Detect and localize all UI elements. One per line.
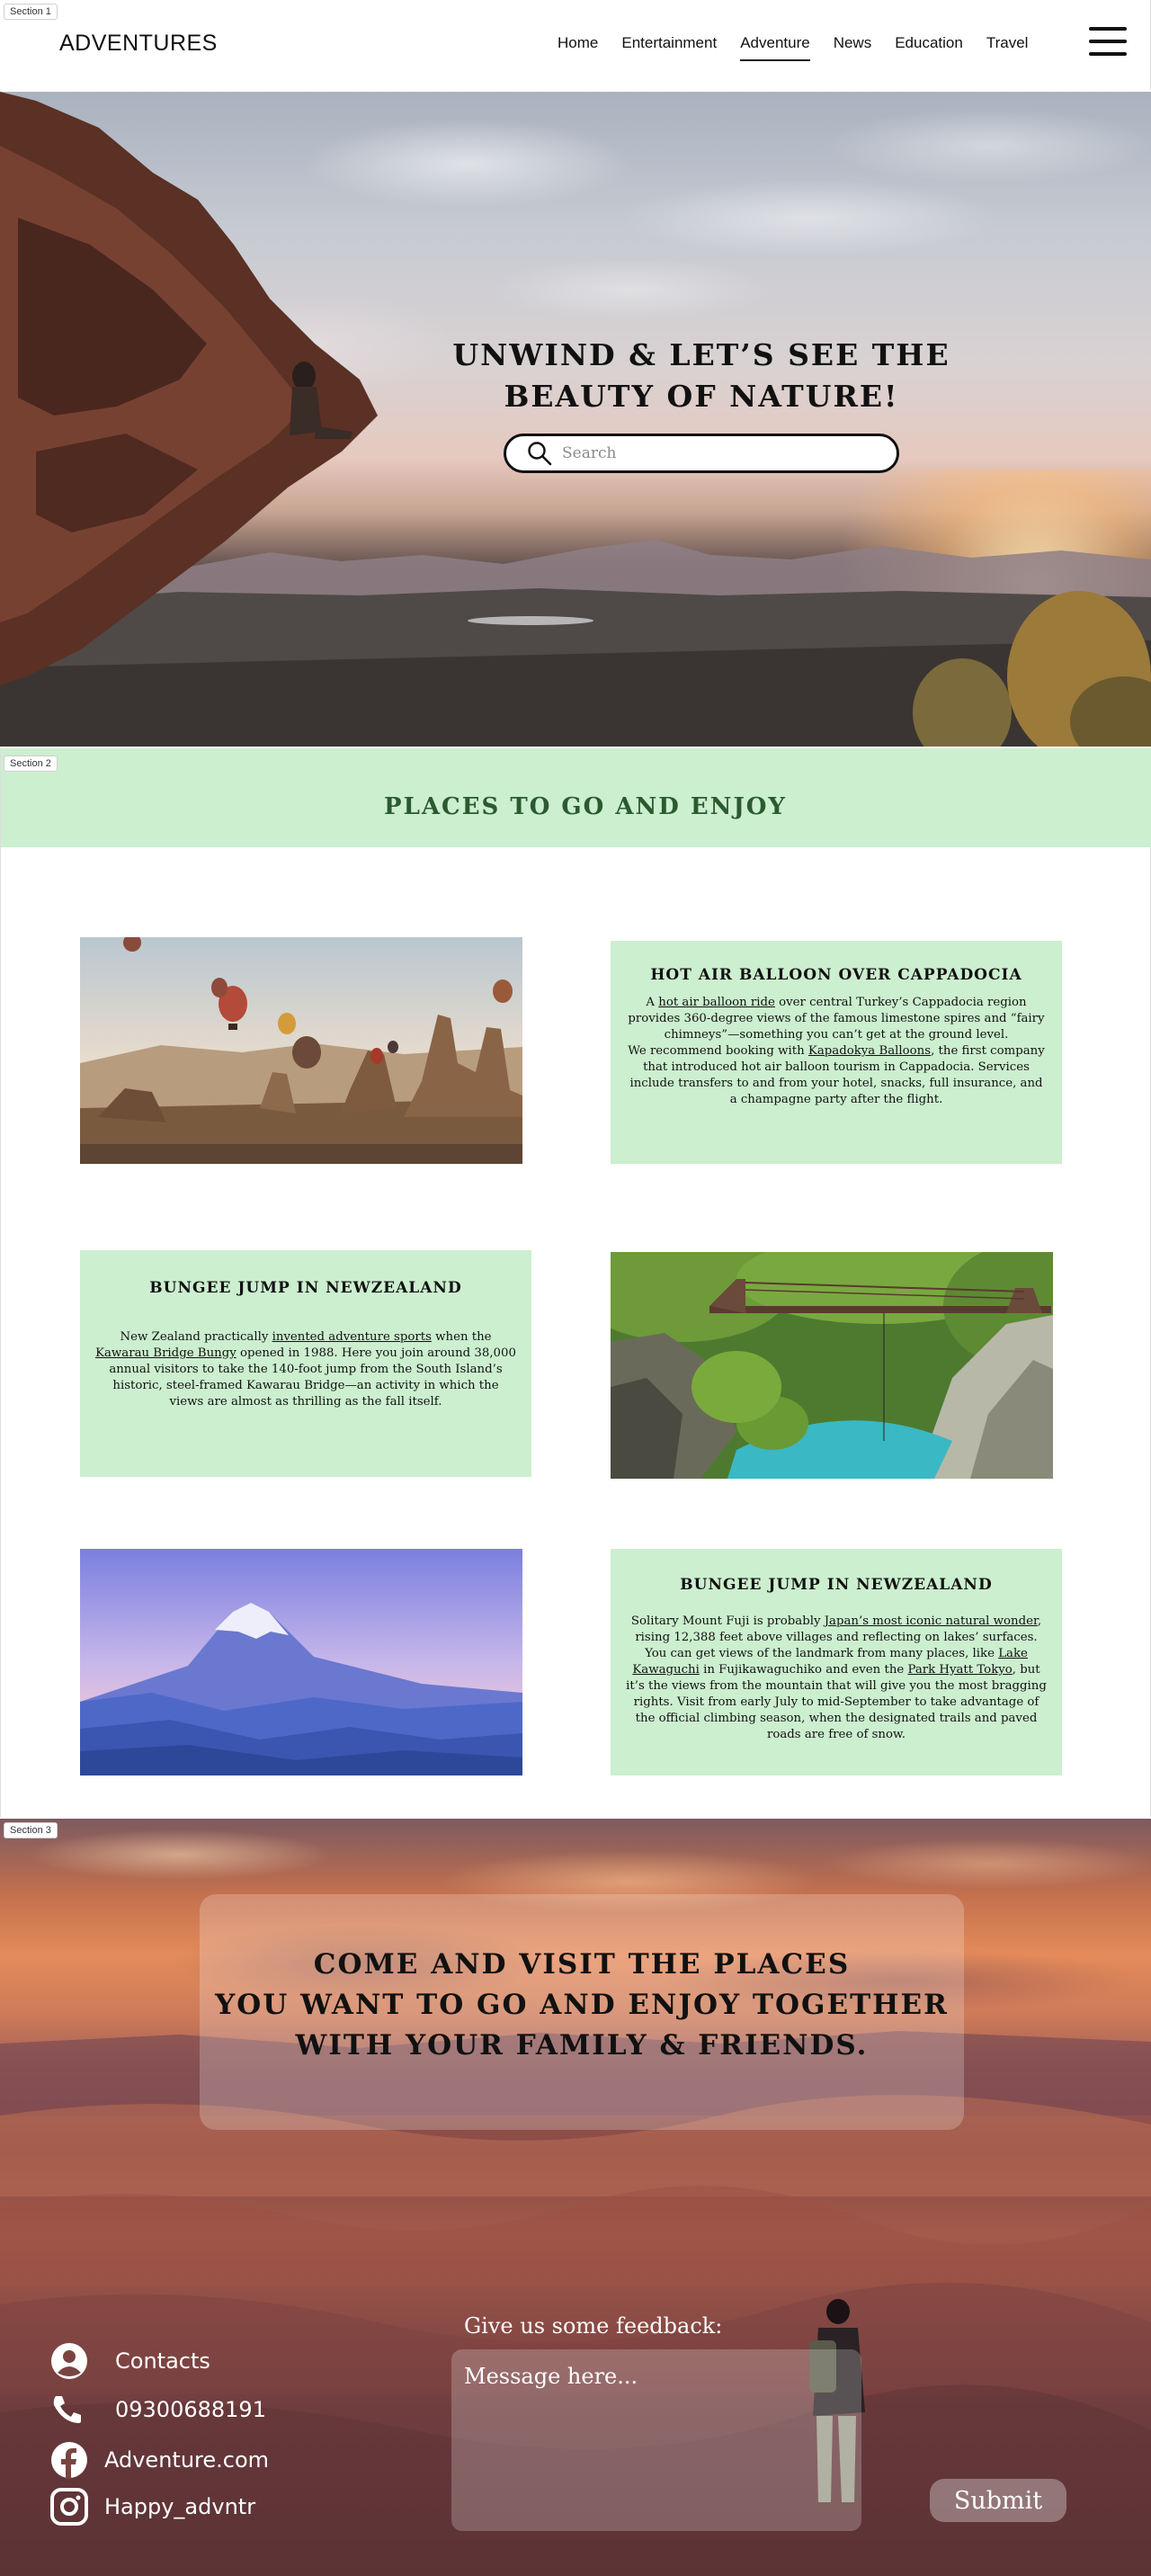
section-2-tag: Section 2 — [4, 756, 58, 772]
contact-item-contacts: Contacts — [50, 2342, 210, 2380]
nav-item-adventure[interactable]: Adventure — [740, 34, 810, 61]
cappadocia-card: HOT AIR BALLOON OVER CAPPADOCIA A hot ai… — [611, 941, 1062, 1164]
top-navigation-bar: ADVENTURES Home Entertainment Adventure … — [0, 0, 1151, 90]
contact-label: Contacts — [115, 2348, 210, 2374]
nav-item-education[interactable]: Education — [895, 34, 963, 61]
phone-icon — [53, 2396, 81, 2423]
user-circle-icon — [51, 2343, 87, 2379]
facebook-handle[interactable]: Adventure.com — [104, 2447, 269, 2473]
cappadocia-card-text: A hot air balloon ride over central Turk… — [611, 995, 1062, 1108]
park-hyatt-tokyo-link[interactable]: Park Hyatt Tokyo — [907, 1663, 1012, 1677]
visit-line-2: YOU WANT TO GO AND ENJOY TOGETHER — [215, 1989, 949, 2021]
text-span: when the — [431, 1330, 492, 1344]
kapadokya-balloons-link[interactable]: Kapadokya Balloons — [808, 1044, 931, 1058]
invented-adventure-sports-link[interactable]: invented adventure sports — [272, 1330, 432, 1344]
search-input[interactable] — [562, 444, 886, 462]
contact-item-facebook[interactable]: Adventure.com — [50, 2441, 269, 2479]
instagram-icon — [50, 2488, 88, 2526]
hero-title-line-1: UNWIND & LET’S SEE THE — [452, 337, 950, 372]
visit-line-3: WITH YOUR FAMILY & FRIENDS. — [295, 2029, 869, 2062]
cappadocia-card-title: HOT AIR BALLOON OVER CAPPADOCIA — [650, 966, 1022, 984]
visit-line-1: COME AND VISIT THE PLACES — [313, 1948, 851, 1981]
search-bar[interactable] — [504, 434, 899, 473]
hamburger-menu-icon[interactable] — [1089, 27, 1127, 58]
nav-item-home[interactable]: Home — [558, 34, 598, 61]
section-3-tag: Section 3 — [4, 1822, 58, 1838]
places-title: PLACES TO GO AND ENJOY — [384, 793, 787, 820]
mount-fuji-card-text: Solitary Mount Fuji is probably Japan’s … — [611, 1614, 1062, 1743]
brand-logo-text[interactable]: ADVENTURES — [59, 31, 218, 57]
text-span: New Zealand practically — [120, 1330, 272, 1344]
newzealand-card-text: New Zealand practically invented adventu… — [80, 1329, 531, 1410]
hero-section: UNWIND & LET’S SEE THE BEAUTY OF NATURE! — [0, 92, 1151, 747]
section-1-tag: Section 1 — [4, 4, 58, 20]
text-span: in Fujikawaguchiko and even the — [699, 1663, 908, 1677]
hero-title: UNWIND & LET’S SEE THE BEAUTY OF NATURE! — [414, 335, 989, 417]
main-nav: Home Entertainment Adventure News Educat… — [558, 34, 1028, 61]
submit-button[interactable]: Submit — [930, 2479, 1066, 2522]
instagram-handle[interactable]: Happy_advntr — [104, 2494, 255, 2519]
japans-iconic-wonder-link[interactable]: Japan’s most iconic natural wonder — [825, 1614, 1038, 1628]
mount-fuji-photo — [80, 1549, 522, 1775]
contact-item-instagram[interactable]: Happy_advntr — [50, 2488, 255, 2526]
kawarau-bridge-bungy-link[interactable]: Kawarau Bridge Bungy — [95, 1346, 236, 1360]
hero-landscape-illustration — [0, 92, 1151, 747]
text-span: A — [646, 996, 659, 1009]
search-icon[interactable] — [526, 440, 553, 467]
cappadocia-balloons-photo — [80, 937, 522, 1164]
phone-number[interactable]: 09300688191 — [115, 2397, 266, 2422]
nav-item-entertainment[interactable]: Entertainment — [621, 34, 717, 61]
hot-air-balloon-link[interactable]: hot air balloon ride — [658, 996, 775, 1009]
visit-message: COME AND VISIT THE PLACES YOU WANT TO GO… — [200, 1945, 964, 2066]
mount-fuji-card-title: BUNGEE JUMP IN NEWZEALAND — [680, 1576, 993, 1594]
nav-item-travel[interactable]: Travel — [986, 34, 1029, 61]
places-section: PLACES TO GO AND ENJOY HOT AIR BALLOON O… — [0, 748, 1151, 1817]
kawarau-bridge-photo — [611, 1252, 1053, 1479]
newzealand-card: BUNGEE JUMP IN NEWZEALAND New Zealand pr… — [80, 1250, 531, 1477]
nav-item-news[interactable]: News — [834, 34, 872, 61]
mount-fuji-card: BUNGEE JUMP IN NEWZEALAND Solitary Mount… — [611, 1549, 1062, 1775]
feedback-message-textarea[interactable] — [451, 2349, 861, 2531]
facebook-icon — [51, 2442, 87, 2479]
contact-item-phone[interactable]: 09300688191 — [50, 2394, 266, 2425]
text-span: Solitary Mount Fuji is probably — [630, 1614, 825, 1628]
feedback-label: Give us some feedback: — [464, 2313, 723, 2339]
text-span: We recommend booking with — [628, 1044, 808, 1058]
hero-title-line-2: BEAUTY OF NATURE! — [504, 379, 899, 414]
newzealand-card-title: BUNGEE JUMP IN NEWZEALAND — [149, 1279, 462, 1297]
